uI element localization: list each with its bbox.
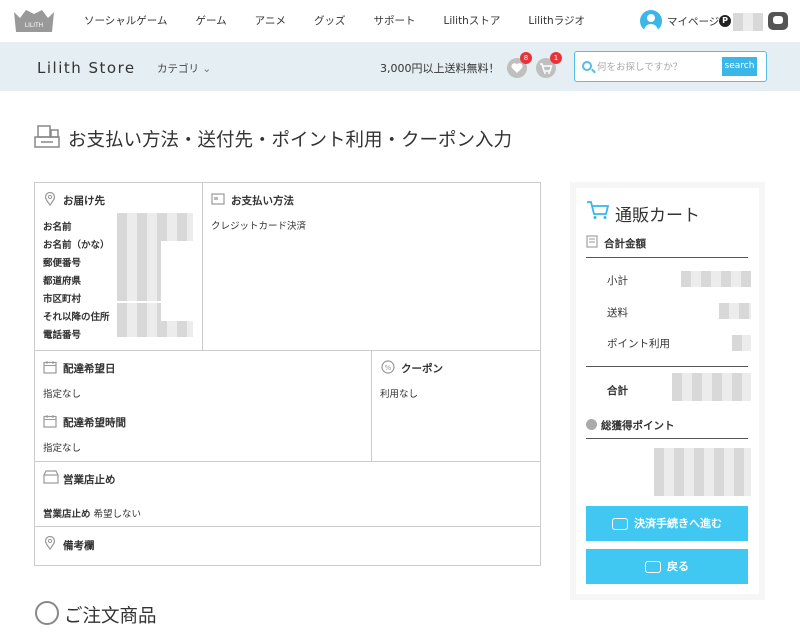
phone-number-label: 電話番号 (43, 330, 82, 341)
nav-link-anime[interactable]: アニメ (255, 13, 286, 28)
cart-count-badge: 1 (550, 52, 562, 64)
register-icon (34, 125, 60, 148)
receipt-icon (586, 235, 598, 248)
free-shipping-notice: 3,000円以上送料無料！ (380, 62, 500, 75)
store-header: Lilith Store カテゴリ ⌄ 3,000円以上送料無料！ 8 1 se… (0, 42, 800, 91)
divider (586, 366, 748, 367)
back-button-label: 戻る (667, 560, 689, 573)
delivery-date-value: 指定なし (43, 389, 82, 400)
search-input[interactable] (597, 59, 717, 75)
remarks-section[interactable]: 備考欄 (35, 527, 540, 565)
delivery-date-heading: 配達希望日 (63, 363, 116, 375)
proceed-button-label: 決済手続きへ進む (634, 517, 722, 530)
delivery-address-section[interactable]: お届け先 お名前 お名前（かな） 郵便番号 都道府県 市区町村 それ以降の住所 … (35, 183, 203, 351)
total-amount-heading: 合計金額 (604, 238, 646, 250)
store-title[interactable]: Lilith Store (37, 59, 136, 77)
delivery-time-heading: 配達希望時間 (63, 417, 126, 429)
store-pickup-value: 希望しない (93, 509, 142, 520)
store-pickup-row: 営業店止め 希望しない (43, 506, 141, 520)
remarks-heading: 備考欄 (63, 540, 95, 552)
prefecture-label: 都道府県 (43, 276, 82, 287)
proceed-to-payment-button[interactable]: 決済手続きへ進む (586, 506, 748, 541)
earned-points-heading: 総獲得ポイント (601, 420, 675, 432)
nav-link-lilith-store[interactable]: Lilithストア (443, 13, 500, 28)
shipping-label: 送料 (607, 307, 628, 319)
address-detail-redacted (117, 303, 161, 321)
coupon-icon: % (381, 360, 395, 374)
payment-method-heading: お支払い方法 (231, 195, 294, 207)
nav-link-lilith-radio[interactable]: Lilithラジオ (528, 13, 585, 28)
chat-icon[interactable] (768, 12, 788, 30)
chevron-down-icon: ⌄ (202, 63, 212, 75)
store-pickup-section[interactable]: 営業店止め 営業店止め 希望しない (35, 462, 540, 527)
store-icon (43, 470, 59, 484)
total-label: 合計 (607, 385, 628, 397)
lilith-logo[interactable]: LILITH (12, 8, 56, 34)
payment-doc-icon (211, 193, 225, 205)
shipping-value-redacted (719, 303, 751, 319)
location-pin-icon (44, 192, 56, 206)
search-icon (582, 61, 592, 71)
divider (586, 438, 748, 439)
coupon-section[interactable]: % クーポン 利用なし (372, 351, 540, 462)
favorites-count-badge: 8 (520, 52, 532, 64)
main-nav: ソーシャルゲーム ゲーム アニメ グッズ サポート Lilithストア Lili… (84, 13, 613, 28)
delivery-time-value: 指定なし (43, 443, 82, 454)
search-box: search (574, 51, 767, 82)
search-button[interactable]: search (722, 57, 757, 76)
coupon-heading: クーポン (401, 363, 443, 375)
nav-link-social-games[interactable]: ソーシャルゲーム (84, 13, 167, 28)
calendar-icon (43, 361, 57, 374)
location-pin-icon (44, 536, 56, 550)
subtotal-label: 小計 (607, 275, 628, 287)
name-kana-label: お名前（かな） (43, 240, 110, 251)
page-title: お支払い方法・送付先・ポイント利用・クーポン入力 (68, 130, 513, 151)
logo-text: LILITH (25, 22, 43, 29)
payment-method-section[interactable]: お支払い方法 クレジットカード決済 (203, 183, 540, 351)
order-items-icon (35, 601, 59, 625)
total-value-redacted (672, 373, 751, 401)
svg-text:%: % (385, 364, 392, 372)
hand-coin-icon (612, 518, 628, 530)
nav-link-support[interactable]: サポート (373, 13, 415, 28)
category-dropdown[interactable]: カテゴリ ⌄ (157, 61, 211, 76)
points-used-value-redacted (732, 335, 751, 351)
points-icon: P (719, 15, 731, 27)
back-button[interactable]: 戻る (586, 549, 748, 584)
address-value-redacted (117, 241, 161, 301)
hand-coin-icon (645, 561, 661, 573)
payment-method-value: クレジットカード決済 (211, 221, 307, 232)
order-items-title: ご注文商品 (64, 606, 157, 627)
calendar-time-icon (43, 415, 57, 428)
nav-link-goods[interactable]: グッズ (314, 13, 346, 28)
points-coin-icon (586, 419, 597, 430)
store-pickup-heading: 営業店止め (63, 474, 116, 486)
postal-code-label: 郵便番号 (43, 258, 82, 269)
delivery-address-heading: お届け先 (63, 195, 105, 207)
checkout-form: お届け先 お名前 お名前（かな） 郵便番号 都道府県 市区町村 それ以降の住所 … (34, 182, 541, 566)
category-label: カテゴリ (157, 63, 199, 75)
city-label: 市区町村 (43, 294, 82, 305)
user-avatar-icon (640, 10, 662, 32)
points-used-label: ポイント利用 (607, 338, 670, 350)
delivery-schedule-section[interactable]: 配達希望日 指定なし 配達希望時間 指定なし (35, 351, 372, 462)
subtotal-value-redacted (681, 271, 751, 287)
shopping-cart-icon (587, 201, 610, 219)
points-value-redacted (733, 13, 763, 31)
nav-link-games[interactable]: ゲーム (195, 13, 226, 28)
coupon-value: 利用なし (380, 389, 419, 400)
phone-value-redacted (117, 321, 193, 337)
top-navigation: LILITH ソーシャルゲーム ゲーム アニメ グッズ サポート Lilithス… (0, 0, 800, 42)
address-detail-label: それ以降の住所 (43, 312, 110, 323)
cart-title: 通販カート (615, 206, 700, 226)
earned-points-value-redacted (654, 448, 751, 496)
name-value-redacted (117, 213, 193, 241)
name-label: お名前 (43, 222, 72, 233)
divider (586, 257, 748, 258)
store-pickup-label: 営業店止め (43, 509, 91, 520)
mypage-link[interactable]: マイページ (640, 10, 719, 32)
mypage-label: マイページ (667, 15, 720, 28)
